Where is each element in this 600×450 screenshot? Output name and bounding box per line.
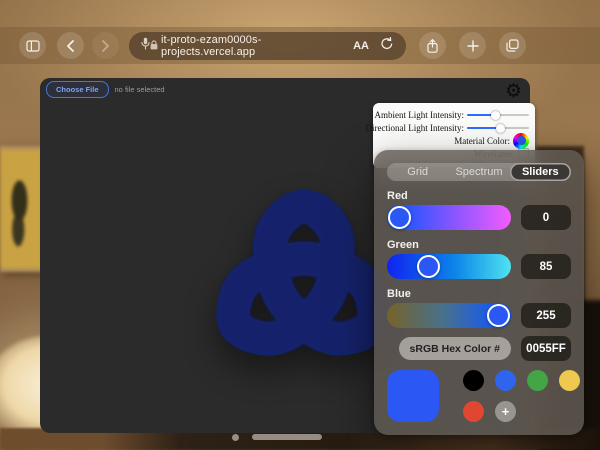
url-host: it-proto-ezam0000s-projects.vercel.app [161, 33, 262, 58]
saved-swatches-grid: + [463, 370, 580, 422]
green-slider[interactable] [387, 254, 511, 279]
swatch-black[interactable] [463, 370, 484, 391]
material-color-row: Material Color: [377, 132, 529, 149]
tab-sliders[interactable]: Sliders [509, 163, 571, 181]
blue-slider-label: Blue [387, 288, 411, 300]
multitask-dot-indicator [232, 434, 239, 441]
text-size-button[interactable]: AA [353, 40, 369, 52]
microphone-icon[interactable] [141, 37, 150, 55]
slider-thumb[interactable] [490, 110, 500, 120]
slider-fill [467, 126, 498, 129]
blue-slider-thumb[interactable] [487, 304, 510, 327]
swatch-yellow[interactable] [559, 370, 580, 391]
swatch-green[interactable] [527, 370, 548, 391]
url-text-container: it-proto-ezam0000s-projects.vercel.app [150, 34, 353, 58]
wall-art-frame [0, 146, 45, 272]
reload-button[interactable] [381, 36, 393, 55]
file-status-text: no file selected [114, 85, 165, 94]
material-color-well[interactable] [513, 132, 529, 149]
red-slider-row: 0 [387, 205, 571, 230]
share-button[interactable] [419, 32, 446, 59]
red-slider[interactable] [387, 205, 511, 230]
hex-color-button[interactable]: sRGB Hex Color # [398, 337, 511, 360]
address-bar[interactable]: it-proto-ezam0000s-projects.vercel.app A… [129, 31, 406, 60]
ambient-light-row: Ambient Light Intensity: [374, 108, 529, 121]
home-indicator[interactable] [252, 434, 322, 440]
directional-light-label: Directional Light Intensity: [365, 122, 464, 133]
current-color-swatch [387, 370, 439, 422]
ambient-light-slider[interactable] [467, 110, 529, 120]
red-slider-label: Red [387, 190, 408, 202]
red-value-field[interactable]: 0 [521, 205, 571, 230]
new-tab-button[interactable] [459, 32, 486, 59]
color-picker-popover: Grid Spectrum Sliders Red 0 Green 85 Blu… [374, 150, 584, 435]
forward-button[interactable] [92, 32, 119, 59]
browser-toolbar: it-proto-ezam0000s-projects.vercel.app A… [0, 27, 600, 64]
tab-spectrum[interactable]: Spectrum [448, 163, 509, 181]
choose-file-button[interactable]: Choose File [46, 81, 109, 98]
tab-grid[interactable]: Grid [387, 163, 448, 181]
hex-color-row: sRGB Hex Color # 0055FF [387, 336, 571, 361]
blue-value-field[interactable]: 255 [521, 303, 571, 328]
green-slider-label: Green [387, 239, 419, 251]
slider-thumb[interactable] [495, 123, 505, 133]
ambient-light-label: Ambient Light Intensity: [374, 109, 465, 120]
chevron-left-icon [66, 39, 75, 52]
swatch-blue[interactable] [495, 370, 516, 391]
blue-slider-row: 255 [387, 303, 571, 328]
directional-light-slider[interactable] [467, 123, 529, 133]
material-color-label: Material Color: [454, 135, 510, 146]
green-slider-thumb[interactable] [416, 255, 440, 278]
chevron-right-icon [101, 39, 110, 52]
back-button[interactable] [57, 32, 84, 59]
slider-fill [467, 113, 494, 116]
plus-icon [466, 39, 479, 52]
file-input-row: Choose File no file selected [46, 81, 165, 98]
blue-slider[interactable] [387, 303, 511, 328]
padlock-icon [150, 40, 158, 53]
sidebar-toggle-button[interactable] [19, 32, 46, 59]
green-slider-row: 85 [387, 254, 571, 279]
tabs-icon [506, 39, 519, 52]
swatch-red[interactable] [463, 401, 484, 422]
tab-overview-button[interactable] [499, 32, 526, 59]
settings-gear-icon[interactable]: ⚙ [505, 79, 522, 105]
add-swatch-button[interactable]: + [495, 401, 516, 422]
sidebar-icon [25, 39, 40, 52]
directional-light-row: Directional Light Intensity: [366, 121, 529, 134]
picker-mode-segmented-control: Grid Spectrum Sliders [387, 163, 571, 181]
red-slider-thumb[interactable] [388, 206, 411, 229]
swatch-area: + [387, 370, 580, 422]
green-value-field[interactable]: 85 [521, 254, 571, 279]
share-icon [427, 38, 438, 53]
hex-value-field[interactable]: 0055FF [521, 336, 571, 361]
